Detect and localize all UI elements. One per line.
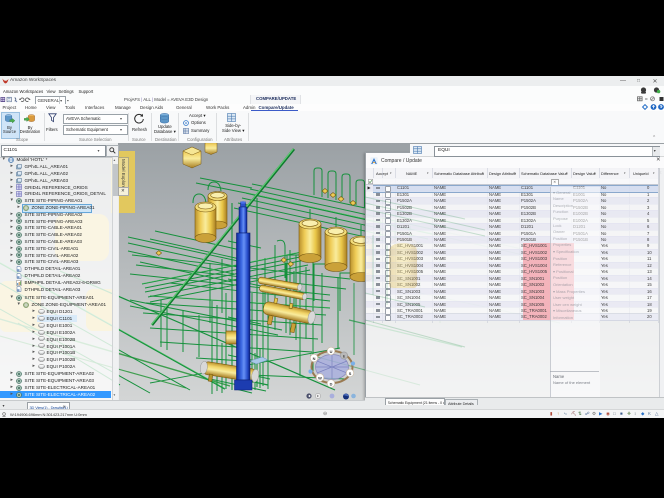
svg-text:W: W: [318, 375, 322, 380]
svg-text:D: D: [330, 381, 333, 386]
svg-text:N: N: [313, 356, 316, 361]
svg-text:U: U: [330, 349, 333, 354]
svg-text:E: E: [343, 353, 346, 358]
svg-text:S: S: [349, 371, 352, 376]
